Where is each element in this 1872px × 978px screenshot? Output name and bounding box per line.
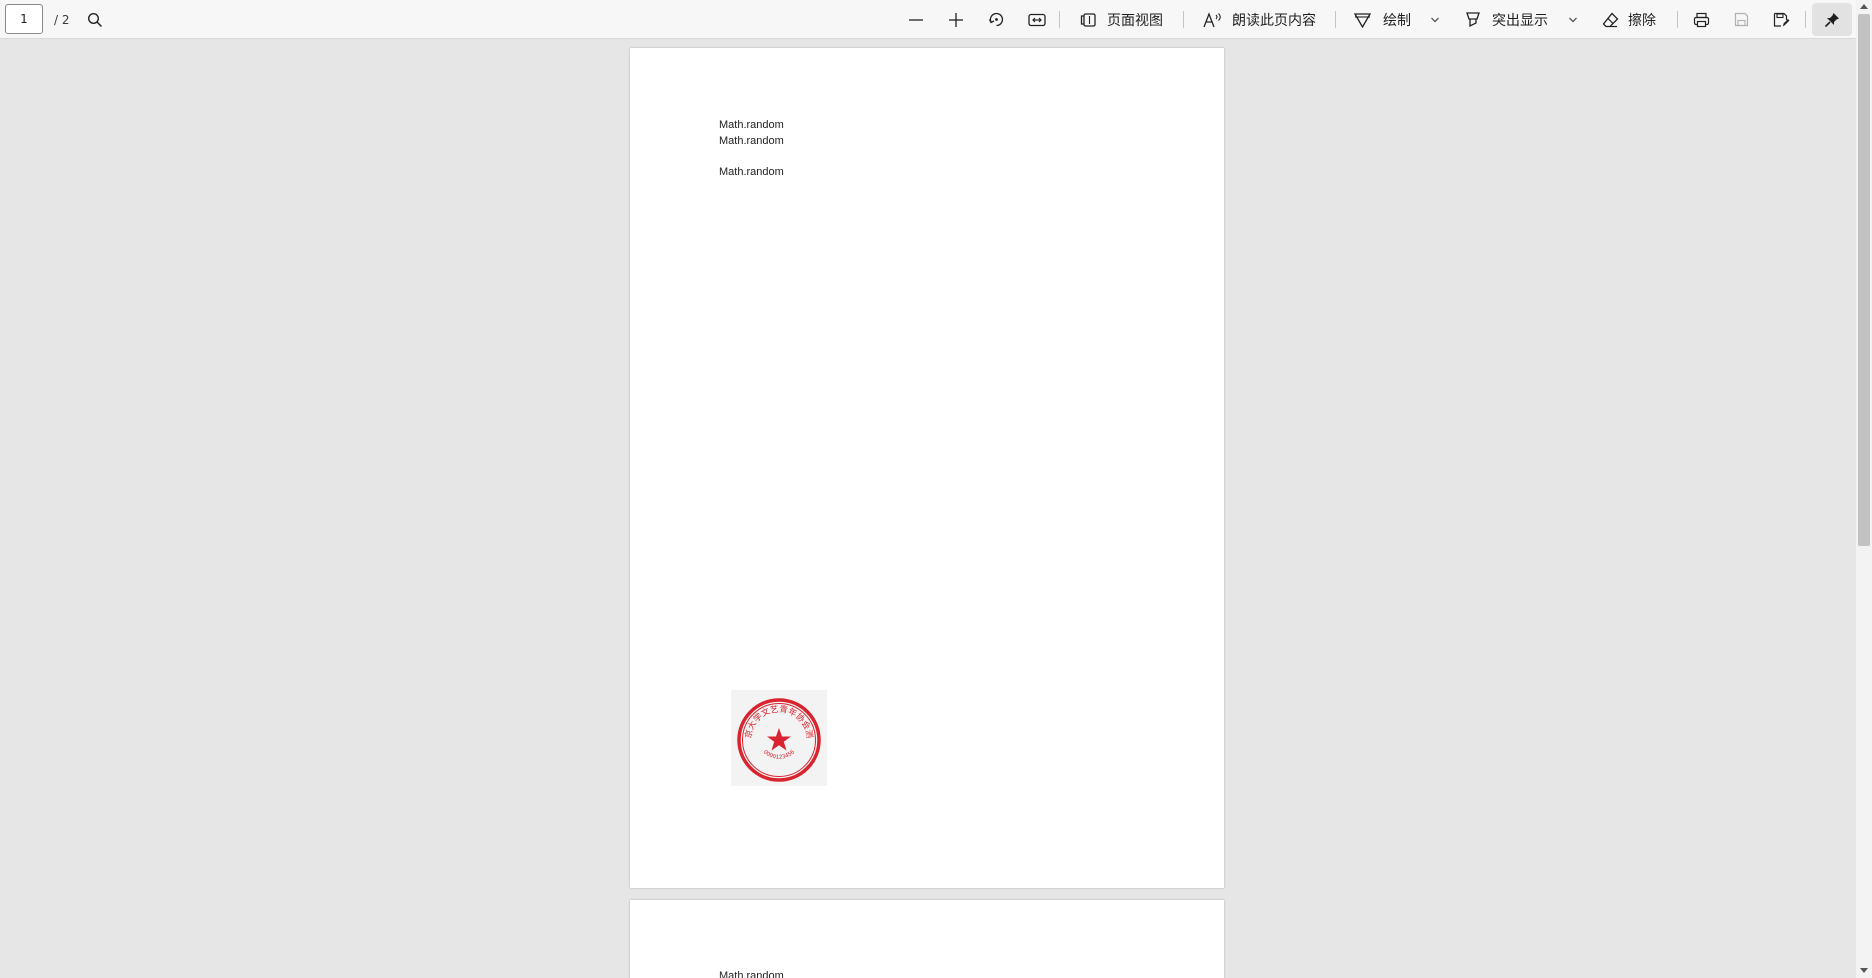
pin-icon (1824, 12, 1839, 27)
save-button[interactable] (1734, 0, 1749, 39)
chevron-down-icon (1569, 17, 1577, 22)
zoom-in-button[interactable] (948, 0, 964, 39)
read-aloud-button[interactable]: 朗读此页内容 (1203, 0, 1316, 39)
erase-label: 擦除 (1628, 12, 1656, 29)
page-view-label: 页面视图 (1107, 12, 1163, 29)
fit-width-button[interactable] (1028, 0, 1046, 39)
save-as-icon (1773, 12, 1790, 27)
read-aloud-label: 朗读此页内容 (1232, 12, 1316, 29)
separator (1335, 11, 1336, 28)
draw-options-dropdown[interactable] (1430, 0, 1440, 39)
separator (1059, 11, 1060, 28)
separator (1183, 11, 1184, 28)
separator (1677, 11, 1678, 28)
print-button[interactable] (1693, 0, 1710, 39)
document-text-line: Math.random (719, 970, 784, 978)
rotate-icon (988, 12, 1004, 27)
print-icon (1693, 12, 1710, 27)
erase-button[interactable]: 擦除 (1602, 0, 1656, 39)
highlight-label: 突出显示 (1492, 12, 1548, 29)
zoom-out-button[interactable] (908, 0, 924, 39)
scrollbar-thumb[interactable] (1858, 14, 1870, 546)
seal-stamp-graphic: 北京大学文艺青年协会测试 0000123456 (727, 684, 821, 782)
document-viewer[interactable]: Math.random Math.random Math.random 北京大学… (0, 40, 1856, 978)
toolbar: 1 / 2 页面视图 朗读此页内容 绘制 突出显示 擦除 (0, 0, 1872, 39)
chevron-down-icon (1431, 17, 1439, 22)
highlight-icon (1466, 12, 1480, 28)
page-total-label: / 2 (54, 12, 70, 27)
document-text-line: Math.random (719, 166, 784, 178)
pin-toolbar-button[interactable] (1812, 3, 1852, 36)
document-text-line: Math.random (719, 119, 784, 131)
draw-button[interactable]: 绘制 (1354, 0, 1411, 39)
zoom-in-icon (949, 12, 963, 27)
draw-label: 绘制 (1383, 12, 1411, 29)
separator (1805, 11, 1806, 28)
save-as-button[interactable] (1773, 0, 1790, 39)
page-number-input[interactable]: 1 (5, 4, 43, 34)
pdf-page-2: Math.random (630, 900, 1224, 978)
highlight-button[interactable]: 突出显示 (1465, 0, 1548, 39)
seal-number: 0000123456 (762, 749, 797, 761)
scroll-up-arrow[interactable] (1860, 4, 1868, 9)
search-button[interactable] (87, 0, 103, 39)
svg-text:0000123456: 0000123456 (762, 749, 797, 761)
pdf-page-1: Math.random Math.random Math.random 北京大学… (630, 48, 1224, 888)
draw-icon (1354, 12, 1371, 28)
eraser-icon (1602, 12, 1619, 27)
rotate-button[interactable] (988, 0, 1005, 39)
zoom-out-icon (909, 18, 923, 21)
scroll-down-arrow[interactable] (1860, 968, 1868, 973)
highlight-options-dropdown[interactable] (1568, 0, 1578, 39)
search-icon (87, 12, 103, 27)
official-seal-image: 北京大学文艺青年协会测试 0000123456 (727, 684, 827, 786)
page-view-icon (1080, 12, 1096, 27)
page-view-button[interactable]: 页面视图 (1080, 0, 1163, 39)
document-text-line: Math.random (719, 135, 784, 147)
fit-width-icon (1028, 13, 1046, 26)
read-aloud-icon (1203, 11, 1221, 27)
save-icon (1734, 12, 1749, 27)
